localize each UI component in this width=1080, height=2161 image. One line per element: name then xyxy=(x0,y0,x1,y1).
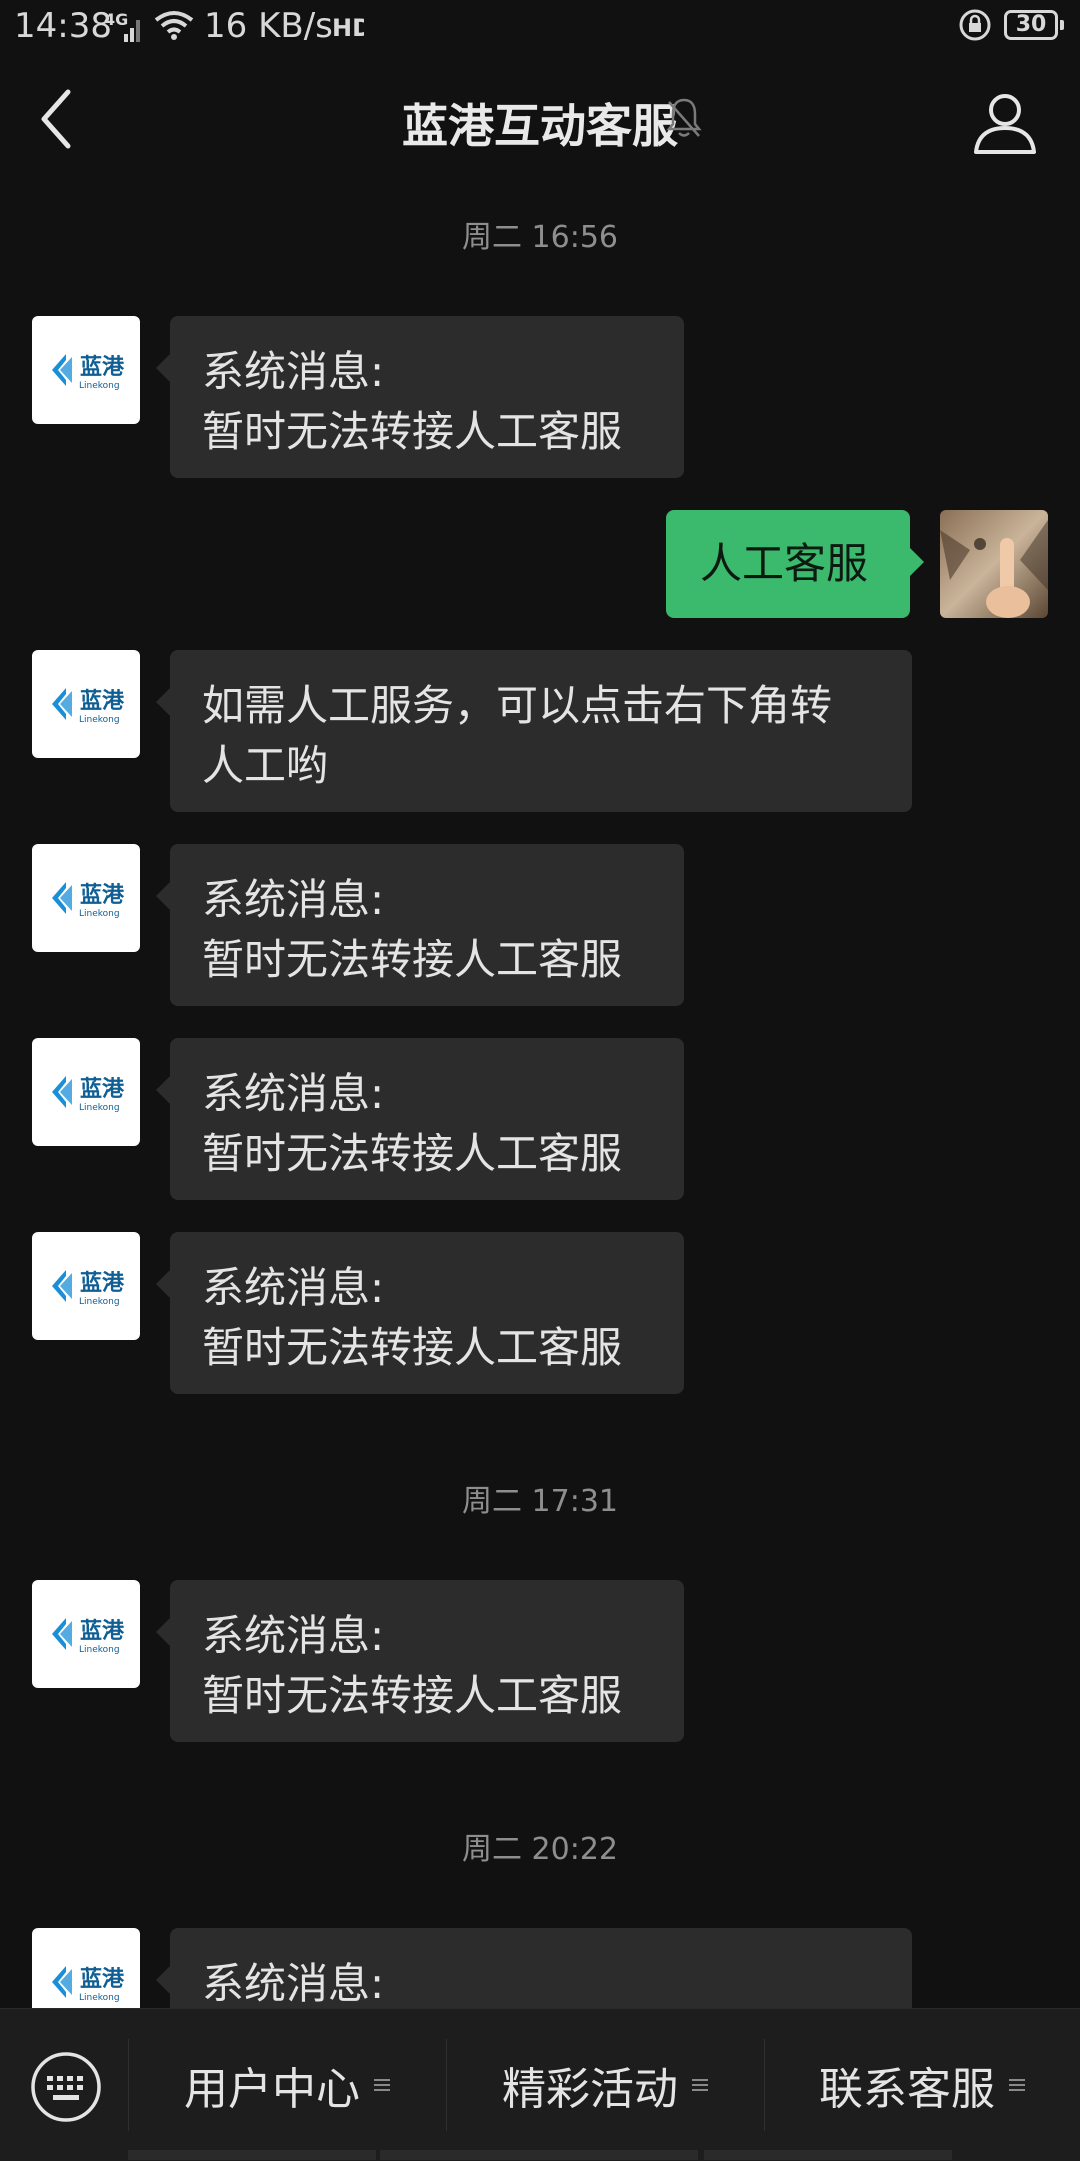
message-line: 如需人工服务，可以点击右下角转 xyxy=(202,681,833,730)
logo-text: 蓝港 xyxy=(80,689,125,714)
logo-subtext: Linekong xyxy=(79,1103,120,1113)
message-line: 系统消息: xyxy=(202,1069,385,1118)
message-line: 暂时无法转接人工客服 xyxy=(202,1323,623,1372)
menu-user-center[interactable]: 用户中心 xyxy=(128,2009,446,2161)
bot-avatar[interactable]: 蓝港 Linekong xyxy=(32,1038,140,1146)
logo-text: 蓝港 xyxy=(80,1077,125,1102)
keyboard-toggle-button[interactable] xyxy=(28,2049,104,2125)
linekong-logo-icon: 蓝港 Linekong xyxy=(52,882,125,919)
message-line: 暂时无法转接人工客服 xyxy=(202,1129,623,1178)
menu-events[interactable]: 精彩活动 xyxy=(446,2009,764,2161)
logo-subtext: Linekong xyxy=(79,381,120,391)
menu-contact-support[interactable]: 联系客服 xyxy=(764,2009,1080,2161)
menu-underline xyxy=(128,2150,376,2160)
message-bubble[interactable]: 系统消息: 暂时无法转接人工客服 xyxy=(156,1038,684,1200)
logo-text: 蓝港 xyxy=(80,1619,125,1644)
message-bubble[interactable]: 系统消息: 暂时无法转接人工客服 xyxy=(156,844,684,1006)
hd-icon: HD xyxy=(332,14,364,42)
menu-label: 联系客服 xyxy=(819,2064,995,2115)
message-line: 系统消息: xyxy=(202,1263,385,1312)
bot-avatar[interactable]: 蓝港 Linekong xyxy=(32,1232,140,1340)
message-line: 暂时无法转接人工客服 xyxy=(202,1671,623,1720)
menu-underline xyxy=(704,2150,952,2160)
message-line: 人工哟 xyxy=(202,741,329,790)
status-time: 14:38 xyxy=(14,6,112,46)
linekong-logo-icon: 蓝港 Linekong xyxy=(52,688,125,725)
logo-subtext: Linekong xyxy=(79,1297,120,1307)
message-line: 系统消息: xyxy=(202,347,385,396)
wifi-icon xyxy=(154,11,194,40)
logo-text: 蓝港 xyxy=(80,355,125,380)
linekong-logo-icon: 蓝港 Linekong xyxy=(52,354,125,391)
message-bubble[interactable]: 如需人工服务，可以点击右下角转 人工哟 xyxy=(156,650,912,812)
network-type: 4G xyxy=(104,10,129,29)
bot-avatar[interactable]: 蓝港 Linekong xyxy=(32,1580,140,1688)
message-bubble[interactable]: 系统消息: 暂时无法转接人工客服 xyxy=(156,316,684,478)
svg-text:HD: HD xyxy=(332,14,364,42)
bot-avatar[interactable]: 蓝港 Linekong xyxy=(32,844,140,952)
network-speed: 16 KB/s xyxy=(204,6,333,46)
user-avatar[interactable] xyxy=(940,510,1048,618)
message-line: 人工客服 xyxy=(700,539,869,588)
message-line: 系统消息: xyxy=(202,1611,385,1660)
message-line: 系统消息: xyxy=(202,1959,385,2008)
bot-avatar[interactable]: 蓝港 Linekong xyxy=(32,316,140,424)
chat-header: 蓝港互动客服 xyxy=(0,56,1080,186)
bot-avatar[interactable]: 蓝港 Linekong xyxy=(32,1928,140,2008)
message-line: 暂时无法转接人工客服 xyxy=(202,407,623,456)
linekong-logo-icon: 蓝港 Linekong xyxy=(52,1618,125,1655)
mute-bell-icon xyxy=(666,98,702,137)
logo-subtext: Linekong xyxy=(79,1993,120,2003)
logo-subtext: Linekong xyxy=(79,715,120,725)
menu-label: 用户中心 xyxy=(184,2064,360,2115)
bot-avatar[interactable]: 蓝港 Linekong xyxy=(32,650,140,758)
logo-subtext: Linekong xyxy=(79,909,120,919)
submenu-lines-icon xyxy=(1009,2079,1025,2091)
logo-text: 蓝港 xyxy=(80,883,125,908)
message-bubble[interactable]: 系统消息: 暂时无法转接人工客服 xyxy=(156,1232,684,1394)
message-line: 暂时无法转接人工客服 xyxy=(202,935,623,984)
chat-title-text: 蓝港互动客服 xyxy=(402,99,678,153)
timestamp: 周二 20:22 xyxy=(462,1832,618,1867)
menu-label: 精彩活动 xyxy=(502,2064,678,2115)
message-bubble[interactable]: 系统消息: 暂时无法转接人工客服 xyxy=(156,1580,684,1742)
rotation-lock-icon xyxy=(959,9,991,41)
outgoing-message-bubble[interactable]: 人工客服 xyxy=(666,510,924,618)
message-clip: 蓝港 Linekong 系统消息: xyxy=(0,1928,1080,2008)
linekong-logo-icon: 蓝港 Linekong xyxy=(52,1076,125,1113)
timestamp: 周二 17:31 xyxy=(462,1484,618,1519)
profile-button[interactable] xyxy=(972,90,1038,156)
status-bar: 14:38 4G 16 KB/s HD 30 xyxy=(0,0,1080,56)
menu-underline xyxy=(380,2150,698,2160)
user-avatar-photo-icon xyxy=(940,510,1048,618)
linekong-logo-icon: 蓝港 Linekong xyxy=(52,1270,125,1307)
submenu-lines-icon xyxy=(374,2079,390,2091)
bottom-menu-bar: 用户中心 精彩活动 联系客服 xyxy=(0,2008,1080,2161)
message-bubble[interactable]: 系统消息: xyxy=(156,1928,912,2008)
logo-text: 蓝港 xyxy=(80,1271,125,1296)
battery-indicator: 30 xyxy=(1004,10,1064,40)
submenu-lines-icon xyxy=(692,2079,708,2091)
chat-title: 蓝港互动客服 xyxy=(0,90,1080,156)
message-line: 系统消息: xyxy=(202,875,385,924)
logo-text: 蓝港 xyxy=(80,1967,125,1992)
timestamp: 周二 16:56 xyxy=(462,220,618,255)
logo-subtext: Linekong xyxy=(79,1645,120,1655)
linekong-logo-icon: 蓝港 Linekong xyxy=(52,1966,125,2003)
